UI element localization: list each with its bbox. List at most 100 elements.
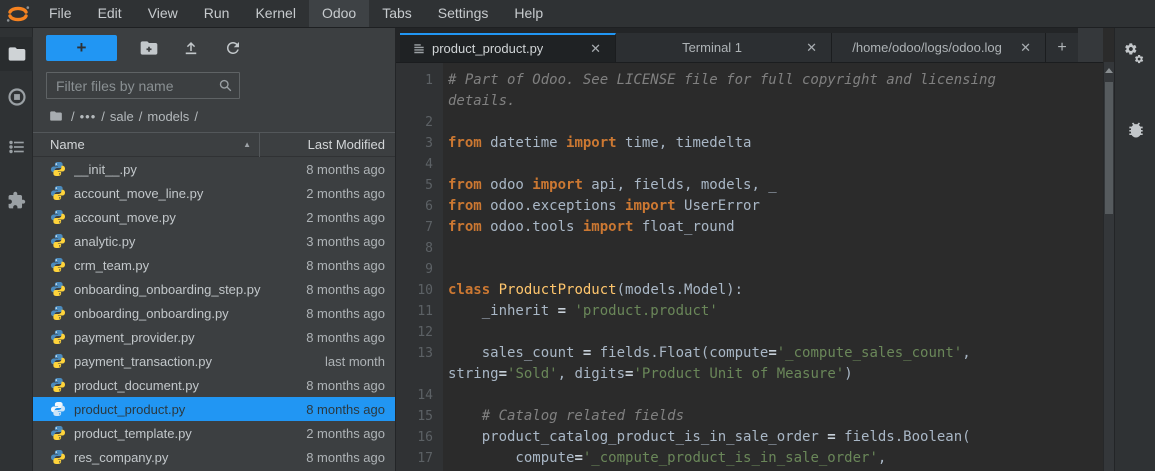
code-line[interactable]: 7from odoo.tools import float_round bbox=[396, 217, 1103, 238]
code-text bbox=[443, 385, 448, 406]
debugger-bug-icon[interactable] bbox=[1115, 120, 1155, 140]
code-line[interactable]: 3from datetime import time, timedelta bbox=[396, 133, 1103, 154]
tab-close-icon[interactable]: ✕ bbox=[800, 40, 823, 56]
menu-items: FileEditViewRunKernelOdooTabsSettingsHel… bbox=[36, 0, 556, 27]
running-kernels-icon[interactable] bbox=[0, 80, 33, 114]
file-row-crm_team.py[interactable]: crm_team.py8 months ago bbox=[33, 253, 395, 277]
menu-item-kernel[interactable]: Kernel bbox=[242, 0, 308, 27]
code-line[interactable]: 15 # Catalog related fields bbox=[396, 406, 1103, 427]
code-line[interactable]: 10class ProductProduct(models.Model): bbox=[396, 280, 1103, 301]
tab--home-odoo-logs-odoo-log[interactable]: /home/odoo/logs/odoo.log✕ bbox=[832, 33, 1046, 62]
tab-close-icon[interactable]: ✕ bbox=[1014, 40, 1037, 56]
file-name: product_document.py bbox=[74, 378, 265, 393]
file-modified: 2 months ago bbox=[265, 186, 395, 201]
file-modified: 8 months ago bbox=[265, 282, 395, 297]
code-text: compute='_compute_product_is_in_sale_ord… bbox=[443, 448, 886, 469]
code-line[interactable]: 6from odoo.exceptions import UserError bbox=[396, 196, 1103, 217]
new-folder-icon[interactable] bbox=[139, 38, 159, 58]
new-tab-button[interactable]: + bbox=[1046, 33, 1078, 62]
file-name: product_template.py bbox=[74, 426, 265, 441]
breadcrumb-separator: / bbox=[139, 109, 143, 124]
file-row-product_template.py[interactable]: product_template.py2 months ago bbox=[33, 421, 395, 445]
code-line[interactable]: 13 sales_count = fields.Float(compute='_… bbox=[396, 343, 1103, 364]
table-of-contents-icon[interactable] bbox=[0, 130, 33, 164]
file-row-account_move_line.py[interactable]: account_move_line.py2 months ago bbox=[33, 181, 395, 205]
file-row-onboarding_onboarding_step.py[interactable]: onboarding_onboarding_step.py8 months ag… bbox=[33, 277, 395, 301]
file-name: res_company.py bbox=[74, 450, 265, 465]
column-header-modified[interactable]: Last Modified bbox=[260, 137, 395, 152]
column-header-name[interactable]: Name ▲ bbox=[33, 137, 259, 152]
code-line[interactable]: 11 _inherit = 'product.product' bbox=[396, 301, 1103, 322]
code-editor[interactable]: 1# Part of Odoo. See LICENSE file for fu… bbox=[396, 62, 1103, 471]
python-file-icon bbox=[50, 257, 66, 273]
menu-item-settings[interactable]: Settings bbox=[425, 0, 502, 27]
upload-icon[interactable] bbox=[181, 38, 201, 58]
code-line[interactable]: 9 bbox=[396, 259, 1103, 280]
tab-bar: product_product.py✕Terminal 1✕/home/odoo… bbox=[396, 28, 1103, 62]
file-modified: 2 months ago bbox=[265, 426, 395, 441]
line-number: 2 bbox=[396, 112, 443, 133]
code-line[interactable]: string='Sold', digits='Product Unit of M… bbox=[396, 364, 1103, 385]
code-line[interactable]: 2 bbox=[396, 112, 1103, 133]
tab-terminal-1[interactable]: Terminal 1✕ bbox=[616, 33, 832, 62]
code-line[interactable]: details. bbox=[396, 91, 1103, 112]
file-row-payment_provider.py[interactable]: payment_provider.py8 months ago bbox=[33, 325, 395, 349]
new-launcher-button[interactable]: + bbox=[46, 35, 117, 61]
code-line[interactable]: 17 compute='_compute_product_is_in_sale_… bbox=[396, 448, 1103, 469]
file-browser-icon[interactable] bbox=[0, 37, 33, 71]
editor-scrollbar[interactable] bbox=[1103, 62, 1114, 471]
odoo-logo-icon bbox=[0, 0, 36, 28]
file-text-icon bbox=[412, 42, 426, 56]
file-modified: 8 months ago bbox=[265, 306, 395, 321]
extensions-puzzle-icon[interactable] bbox=[0, 183, 33, 217]
scrollbar-thumb[interactable] bbox=[1105, 82, 1113, 214]
python-file-icon bbox=[50, 377, 66, 393]
breadcrumb-dir-models[interactable]: models bbox=[147, 109, 189, 124]
python-file-icon bbox=[50, 353, 66, 369]
code-text: # Catalog related fields bbox=[443, 406, 684, 427]
python-file-icon bbox=[50, 233, 66, 249]
tab-close-icon[interactable]: ✕ bbox=[584, 41, 607, 57]
file-row-account_move.py[interactable]: account_move.py2 months ago bbox=[33, 205, 395, 229]
menu-item-run[interactable]: Run bbox=[191, 0, 243, 27]
scroll-up-icon[interactable] bbox=[1105, 68, 1113, 73]
code-text bbox=[443, 112, 448, 133]
file-row-__init__.py[interactable]: __init__.py8 months ago bbox=[33, 157, 395, 181]
code-line[interactable]: 4 bbox=[396, 154, 1103, 175]
code-text: _inherit = 'product.product' bbox=[443, 301, 718, 322]
tab-label: Terminal 1 bbox=[624, 40, 800, 55]
breadcrumb-ellipsis[interactable]: ••• bbox=[80, 109, 97, 124]
refresh-icon[interactable] bbox=[223, 38, 243, 58]
menu-item-odoo[interactable]: Odoo bbox=[309, 0, 369, 27]
code-text: details. bbox=[443, 91, 515, 112]
property-inspector-gears-icon[interactable] bbox=[1115, 42, 1155, 68]
code-line[interactable]: 12 bbox=[396, 322, 1103, 343]
code-line[interactable]: 8 bbox=[396, 238, 1103, 259]
menu-item-tabs[interactable]: Tabs bbox=[369, 0, 425, 27]
menu-item-edit[interactable]: Edit bbox=[85, 0, 135, 27]
sort-ascending-icon: ▲ bbox=[243, 140, 251, 149]
menu-item-view[interactable]: View bbox=[135, 0, 191, 27]
file-name: product_product.py bbox=[74, 402, 265, 417]
filter-files-input[interactable] bbox=[46, 72, 240, 99]
line-number: 7 bbox=[396, 217, 443, 238]
menu-item-help[interactable]: Help bbox=[501, 0, 556, 27]
code-line[interactable]: 14 bbox=[396, 385, 1103, 406]
file-row-product_product.py[interactable]: product_product.py8 months ago bbox=[33, 397, 395, 421]
code-line[interactable]: 1# Part of Odoo. See LICENSE file for fu… bbox=[396, 70, 1103, 91]
tab-product-product-py[interactable]: product_product.py✕ bbox=[400, 33, 616, 62]
code-line[interactable]: 5from odoo import api, fields, models, _ bbox=[396, 175, 1103, 196]
file-row-onboarding_onboarding.py[interactable]: onboarding_onboarding.py8 months ago bbox=[33, 301, 395, 325]
home-folder-icon[interactable] bbox=[48, 109, 64, 123]
file-modified: 8 months ago bbox=[265, 450, 395, 465]
file-row-product_document.py[interactable]: product_document.py8 months ago bbox=[33, 373, 395, 397]
menu-item-file[interactable]: File bbox=[36, 0, 85, 27]
code-line[interactable]: 16 product_catalog_product_is_in_sale_or… bbox=[396, 427, 1103, 448]
search-icon bbox=[218, 78, 233, 98]
breadcrumb-dir-sale[interactable]: sale bbox=[110, 109, 134, 124]
code-text: from odoo.tools import float_round bbox=[443, 217, 735, 238]
file-row-res_company.py[interactable]: res_company.py8 months ago bbox=[33, 445, 395, 469]
file-row-payment_transaction.py[interactable]: payment_transaction.pylast month bbox=[33, 349, 395, 373]
file-row-analytic.py[interactable]: analytic.py3 months ago bbox=[33, 229, 395, 253]
code-text bbox=[443, 259, 448, 280]
